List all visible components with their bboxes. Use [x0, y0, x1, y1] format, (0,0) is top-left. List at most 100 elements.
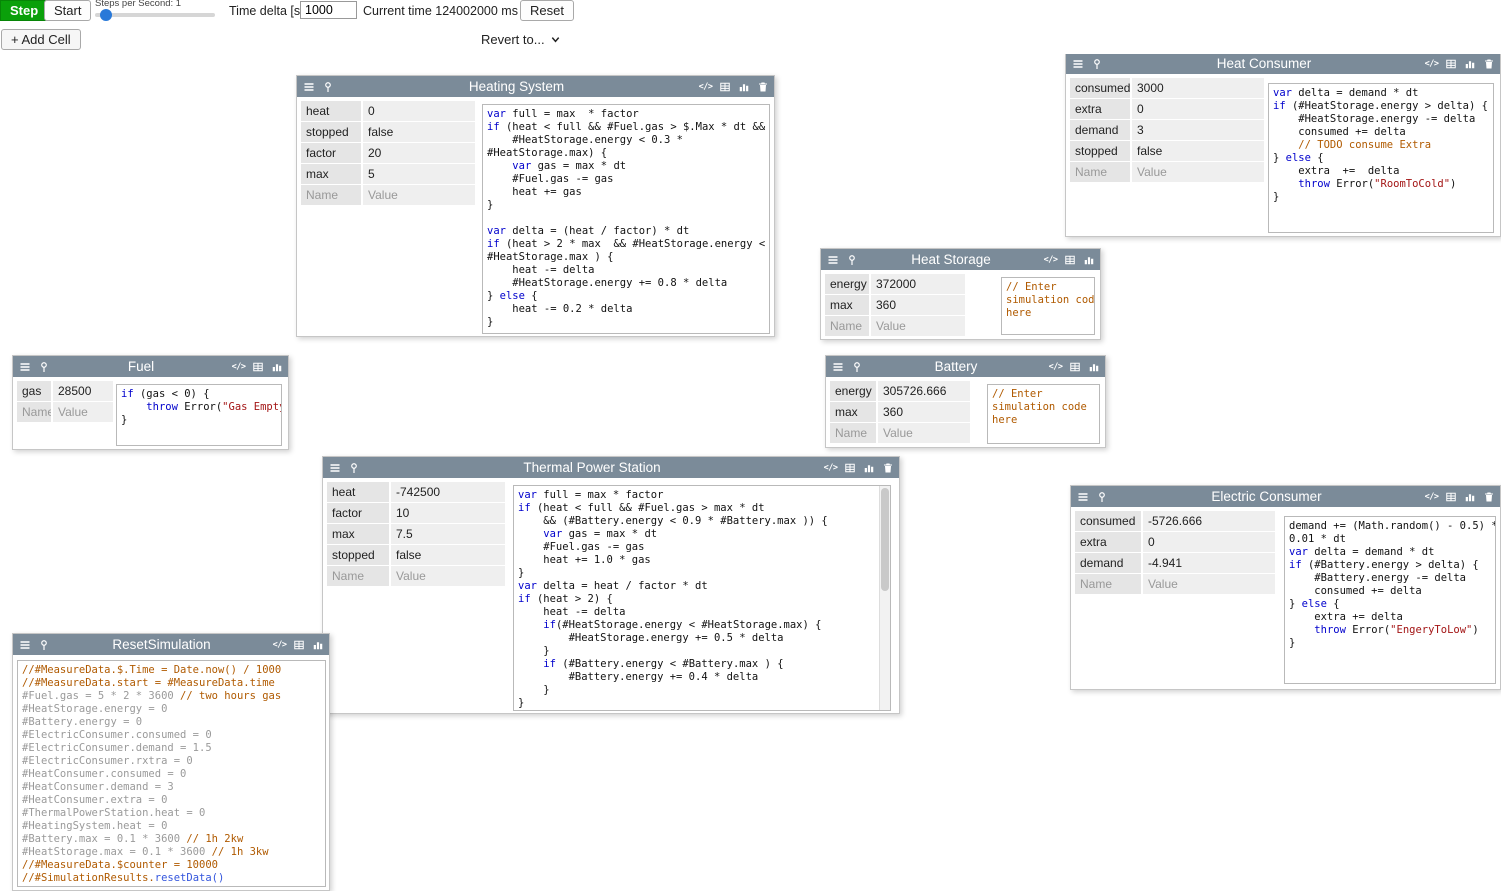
property-name[interactable]: max — [301, 164, 361, 184]
menu-icon[interactable] — [18, 360, 31, 373]
code-icon[interactable]: </> — [1425, 490, 1438, 503]
code-editor[interactable]: var full = max * factorif (heat < full &… — [513, 485, 891, 711]
property-value[interactable]: 20 — [363, 143, 475, 163]
property-name[interactable]: max — [830, 402, 876, 422]
table-icon[interactable] — [251, 360, 264, 373]
property-value[interactable]: false — [1132, 141, 1264, 161]
property-value[interactable]: -5726.666 — [1143, 511, 1275, 531]
property-value[interactable]: 0 — [1143, 532, 1275, 552]
property-name[interactable]: demand — [1070, 120, 1130, 140]
property-value[interactable]: 28500 — [53, 381, 113, 401]
scrollbar-thumb[interactable] — [881, 488, 889, 591]
trash-icon[interactable] — [756, 80, 769, 93]
panel-header[interactable]: Heating System</> — [297, 76, 774, 97]
code-icon[interactable]: </> — [232, 360, 245, 373]
chart-icon[interactable] — [1082, 253, 1095, 266]
property-name[interactable]: extra — [1070, 99, 1130, 119]
start-button[interactable]: Start — [44, 0, 91, 21]
property-name[interactable]: consumed — [1075, 511, 1141, 531]
property-name[interactable]: stopped — [1070, 141, 1130, 161]
panel-header[interactable]: Heat Consumer</> — [1066, 53, 1500, 74]
property-name[interactable]: heat — [327, 482, 389, 502]
chart-icon[interactable] — [270, 360, 283, 373]
property-value[interactable]: 10 — [391, 503, 505, 523]
property-name[interactable]: Name — [327, 566, 389, 586]
property-value[interactable]: -742500 — [391, 482, 505, 502]
revert-dropdown[interactable]: Revert to... — [481, 32, 561, 47]
panel-header[interactable]: Heat Storage</> — [821, 249, 1100, 270]
table-icon[interactable] — [1444, 490, 1457, 503]
property-name[interactable]: factor — [301, 143, 361, 163]
panel-header[interactable]: Battery</> — [826, 356, 1105, 377]
pin-icon[interactable] — [321, 80, 334, 93]
code-editor[interactable]: // Entersimulation codehere — [987, 384, 1100, 444]
property-value[interactable]: 360 — [871, 295, 965, 315]
property-name[interactable]: Name — [17, 402, 51, 422]
property-value[interactable]: 372000 — [871, 274, 965, 294]
property-name[interactable]: max — [327, 524, 389, 544]
code-icon[interactable]: </> — [824, 461, 837, 474]
code-editor[interactable]: //#MeasureData.$.Time = Date.now() / 100… — [17, 660, 326, 887]
table-icon[interactable] — [1063, 253, 1076, 266]
property-value[interactable]: 7.5 — [391, 524, 505, 544]
property-value[interactable]: 360 — [878, 402, 970, 422]
property-name[interactable]: extra — [1075, 532, 1141, 552]
property-value[interactable]: Value — [1143, 574, 1275, 594]
steps-per-second-slider[interactable] — [95, 8, 215, 22]
property-value[interactable]: false — [391, 545, 505, 565]
table-icon[interactable] — [843, 461, 856, 474]
pin-icon[interactable] — [845, 253, 858, 266]
chart-icon[interactable] — [862, 461, 875, 474]
pin-icon[interactable] — [347, 461, 360, 474]
pin-icon[interactable] — [37, 638, 50, 651]
property-value[interactable]: Value — [878, 423, 970, 443]
menu-icon[interactable] — [826, 253, 839, 266]
pin-icon[interactable] — [37, 360, 50, 373]
table-icon[interactable] — [718, 80, 731, 93]
chart-icon[interactable] — [1463, 490, 1476, 503]
trash-icon[interactable] — [1482, 490, 1495, 503]
menu-icon[interactable] — [1071, 57, 1084, 70]
pin-icon[interactable] — [850, 360, 863, 373]
property-value[interactable]: 3000 — [1132, 78, 1264, 98]
property-value[interactable]: Value — [391, 566, 505, 586]
chart-icon[interactable] — [737, 80, 750, 93]
chart-icon[interactable] — [311, 638, 324, 651]
code-icon[interactable]: </> — [1425, 57, 1438, 70]
property-value[interactable]: Value — [871, 316, 965, 336]
panel-header[interactable]: ResetSimulation</> — [13, 634, 329, 655]
code-editor[interactable]: if (gas < 0) { throw Error("Gas Empty")} — [116, 384, 282, 446]
chart-icon[interactable] — [1087, 360, 1100, 373]
property-value[interactable]: Value — [53, 402, 113, 422]
property-value[interactable]: false — [363, 122, 475, 142]
property-name[interactable]: gas — [17, 381, 51, 401]
property-name[interactable]: stopped — [301, 122, 361, 142]
property-name[interactable]: energy — [830, 381, 876, 401]
code-icon[interactable]: </> — [699, 80, 712, 93]
property-name[interactable]: factor — [327, 503, 389, 523]
trash-icon[interactable] — [881, 461, 894, 474]
menu-icon[interactable] — [328, 461, 341, 474]
menu-icon[interactable] — [831, 360, 844, 373]
time-delta-input[interactable] — [300, 1, 357, 19]
trash-icon[interactable] — [1482, 57, 1495, 70]
pin-icon[interactable] — [1095, 490, 1108, 503]
code-icon[interactable]: </> — [273, 638, 286, 651]
property-name[interactable]: Name — [825, 316, 869, 336]
property-name[interactable]: Name — [1075, 574, 1141, 594]
panel-header[interactable]: Thermal Power Station</> — [323, 457, 899, 478]
property-name[interactable]: Name — [830, 423, 876, 443]
menu-icon[interactable] — [1076, 490, 1089, 503]
property-name[interactable]: Name — [1070, 162, 1130, 182]
property-name[interactable]: energy — [825, 274, 869, 294]
property-name[interactable]: consumed — [1070, 78, 1130, 98]
code-scrollbar[interactable] — [879, 486, 890, 710]
step-button[interactable]: Step — [0, 0, 48, 21]
chart-icon[interactable] — [1463, 57, 1476, 70]
property-name[interactable]: demand — [1075, 553, 1141, 573]
property-value[interactable]: 3 — [1132, 120, 1264, 140]
pin-icon[interactable] — [1090, 57, 1103, 70]
code-icon[interactable]: </> — [1044, 253, 1057, 266]
slider-thumb[interactable] — [100, 9, 112, 21]
property-value[interactable]: -4.941 — [1143, 553, 1275, 573]
